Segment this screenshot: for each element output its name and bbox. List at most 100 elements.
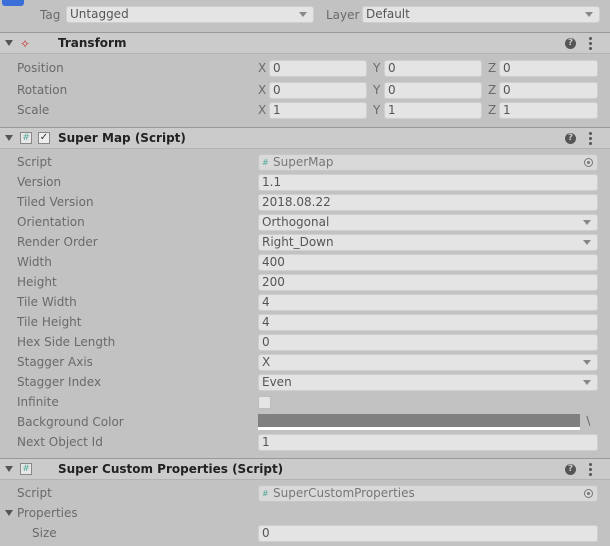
- help-icon[interactable]: ?: [565, 464, 576, 475]
- layer-label: Layer: [326, 8, 360, 22]
- field-label: Stagger Index: [17, 375, 102, 389]
- next-object-id-field[interactable]: 1: [258, 433, 598, 451]
- tag-dropdown[interactable]: Untagged: [66, 6, 314, 23]
- rotation-x-field[interactable]: 0: [269, 81, 367, 99]
- axis-y-label[interactable]: Y: [373, 83, 380, 97]
- field-row: Infinite: [0, 392, 610, 412]
- script-label: Script: [17, 155, 52, 169]
- transform-header[interactable]: ✧ Transform ?: [0, 32, 610, 54]
- transform-row-scale: Scale X 1 Y 1 Z 1: [0, 100, 610, 120]
- field-label: Tiled Version: [17, 195, 94, 209]
- menu-icon[interactable]: [589, 37, 592, 52]
- background-color-swatch[interactable]: [258, 414, 580, 430]
- fold-icon[interactable]: [5, 466, 13, 472]
- eyedropper-icon[interactable]: ∖: [584, 414, 592, 428]
- tiled-version-field[interactable]: 2018.08.22: [258, 193, 598, 211]
- render-order-dropdown[interactable]: Right_Down: [258, 233, 598, 251]
- size-field[interactable]: 0: [258, 524, 598, 542]
- infinite-checkbox[interactable]: [258, 396, 271, 409]
- layer-value: Default: [366, 7, 410, 21]
- help-icon[interactable]: ?: [565, 38, 576, 49]
- field-label: Render Order: [17, 235, 98, 249]
- render-order-value: Right_Down: [262, 234, 334, 249]
- chevron-down-icon: [583, 379, 591, 385]
- script-object-field[interactable]: # SuperMap: [258, 154, 598, 171]
- field-row: Stagger Axis X: [0, 352, 610, 372]
- axis-y-label[interactable]: Y: [373, 61, 380, 75]
- stagger-axis-dropdown[interactable]: X: [258, 353, 598, 371]
- orientation-dropdown[interactable]: Orthogonal: [258, 213, 598, 231]
- scale-x-field[interactable]: 1: [269, 101, 367, 119]
- tag-value: Untagged: [70, 7, 129, 21]
- field-row: Orientation Orthogonal: [0, 212, 610, 232]
- position-y-field[interactable]: 0: [384, 59, 482, 77]
- enabled-checkbox[interactable]: ✓: [38, 132, 50, 144]
- field-label: Width: [17, 255, 52, 269]
- scale-z-field[interactable]: 1: [499, 101, 598, 119]
- field-row: Hex Side Length 0: [0, 332, 610, 352]
- field-row: Tile Width 4: [0, 292, 610, 312]
- stagger-axis-value: X: [262, 354, 271, 369]
- chevron-down-icon: [583, 219, 591, 225]
- axis-z-label[interactable]: Z: [488, 61, 496, 75]
- properties-row[interactable]: Properties: [0, 503, 610, 523]
- fold-icon[interactable]: [5, 40, 13, 46]
- height-field[interactable]: 200: [258, 273, 598, 291]
- width-field[interactable]: 400: [258, 253, 598, 271]
- supermap-title: Super Map (Script): [58, 131, 186, 145]
- chevron-down-icon: [299, 12, 307, 17]
- fold-icon[interactable]: [5, 135, 13, 141]
- field-row: Tiled Version 2018.08.22: [0, 192, 610, 212]
- tile-height-field[interactable]: 4: [258, 313, 598, 331]
- field-label: Orientation: [17, 215, 85, 229]
- customprops-header[interactable]: # Super Custom Properties (Script) ?: [0, 458, 610, 480]
- field-label: Tile Height: [17, 315, 82, 329]
- menu-icon[interactable]: [589, 463, 592, 478]
- row-label: Scale: [17, 103, 50, 117]
- axis-x-label[interactable]: X: [258, 83, 266, 97]
- size-label: Size: [32, 526, 57, 540]
- customprops-script-row: Script # SuperCustomProperties: [0, 483, 610, 503]
- rotation-y-field[interactable]: 0: [384, 81, 482, 99]
- field-label: Version: [17, 175, 62, 189]
- help-icon[interactable]: ?: [565, 133, 576, 144]
- axis-y-label[interactable]: Y: [373, 103, 380, 117]
- stagger-index-dropdown[interactable]: Even: [258, 373, 598, 391]
- axis-z-label[interactable]: Z: [488, 83, 496, 97]
- position-z-field[interactable]: 0: [499, 59, 598, 77]
- axis-z-label[interactable]: Z: [488, 103, 496, 117]
- customprops-title: Super Custom Properties (Script): [58, 462, 284, 476]
- field-row: Render Order Right_Down: [0, 232, 610, 252]
- hex-side-length-field[interactable]: 0: [258, 333, 598, 351]
- axis-x-label[interactable]: X: [258, 61, 266, 75]
- supermap-script-row: Script # SuperMap: [0, 152, 610, 172]
- field-label: Background Color: [17, 415, 124, 429]
- tile-width-field[interactable]: 4: [258, 293, 598, 311]
- axis-x-label[interactable]: X: [258, 103, 266, 117]
- row-label: Rotation: [17, 83, 68, 97]
- chevron-down-icon: [583, 359, 591, 365]
- size-row: Size 0: [0, 523, 610, 543]
- field-label: Infinite: [17, 395, 59, 409]
- menu-icon[interactable]: [589, 132, 592, 147]
- script-hash-icon: #: [20, 132, 32, 144]
- object-picker-icon[interactable]: [584, 158, 593, 167]
- rotation-z-field[interactable]: 0: [499, 81, 598, 99]
- field-label: Stagger Axis: [17, 355, 93, 369]
- scale-y-field[interactable]: 1: [384, 101, 482, 119]
- script-object-field[interactable]: # SuperCustomProperties: [258, 485, 598, 502]
- script-label: Script: [17, 486, 52, 500]
- script-hash-icon: #: [20, 463, 32, 475]
- field-row: Next Object Id 1: [0, 432, 610, 452]
- version-field[interactable]: 1.1: [258, 173, 598, 191]
- field-label: Height: [17, 275, 57, 289]
- object-picker-icon[interactable]: [584, 489, 593, 498]
- layer-dropdown[interactable]: Default: [362, 6, 600, 23]
- field-label: Tile Width: [17, 295, 77, 309]
- position-x-field[interactable]: 0: [269, 59, 367, 77]
- supermap-header[interactable]: # ✓ Super Map (Script) ?: [0, 127, 610, 149]
- orientation-value: Orthogonal: [262, 214, 330, 229]
- fold-icon[interactable]: [5, 510, 13, 516]
- stagger-index-value: Even: [262, 374, 292, 389]
- transform-row-rotation: Rotation X 0 Y 0 Z 0: [0, 80, 610, 100]
